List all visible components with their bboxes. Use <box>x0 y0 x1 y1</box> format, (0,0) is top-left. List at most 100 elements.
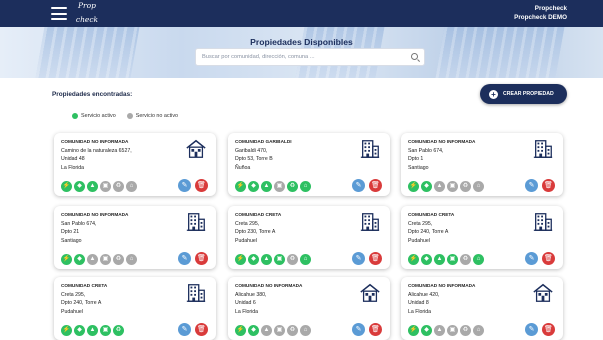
card-info: COMUNIDAD NO INFORMADA San Pablo 674, Dp… <box>408 138 475 172</box>
legend: Servicio activo Servicio no activo <box>72 113 178 119</box>
service-status-icon: ♻ <box>460 325 471 336</box>
card-commune: Pudahuel <box>61 308 83 315</box>
service-status-icon: ▲ <box>87 181 98 192</box>
service-status-icon: ▲ <box>261 181 272 192</box>
delete-icon[interactable]: 🗑 <box>542 323 555 336</box>
card-community: COMUNIDAD CRETA <box>235 212 282 217</box>
edit-icon[interactable]: ✎ <box>178 179 191 192</box>
delete-icon[interactable]: 🗑 <box>195 323 208 336</box>
service-status-icon: ⚡ <box>61 181 72 192</box>
edit-icon[interactable]: ✎ <box>352 179 365 192</box>
card-info: COMUNIDAD CRETA Creta 295, Dpto 230, Tor… <box>235 211 281 245</box>
service-status-icon: ⌂ <box>126 181 137 192</box>
edit-icon[interactable]: ✎ <box>178 252 191 265</box>
delete-icon[interactable]: 🗑 <box>195 179 208 192</box>
card-community: COMUNIDAD NO INFORMADA <box>61 139 129 144</box>
card-address: San Pablo 674, <box>408 147 444 154</box>
service-status-icon: ◆ <box>74 254 85 265</box>
property-card[interactable]: COMUNIDAD CRETA Creta 295, Dpto 240, Tor… <box>401 206 563 269</box>
card-community: COMUNIDAD NO INFORMADA <box>61 212 129 217</box>
card-community: COMUNIDAD CRETA <box>408 212 455 217</box>
menu-icon[interactable] <box>51 7 67 20</box>
service-status-icon: ▣ <box>100 325 111 336</box>
service-status-icon: ⚡ <box>61 325 72 336</box>
property-card[interactable]: COMUNIDAD NO INFORMADA San Pablo 674, Dp… <box>54 206 216 269</box>
user-name: Propcheck <box>534 5 567 12</box>
service-status-icon: ▲ <box>87 325 98 336</box>
logo-line-1: Prop <box>78 1 96 10</box>
propcheck-logo[interactable]: Prop check <box>75 2 99 25</box>
card-commune: La Florida <box>408 308 432 315</box>
card-community: COMUNIDAD NO INFORMADA <box>408 139 476 144</box>
service-status-icon: ♻ <box>113 325 124 336</box>
card-unit: Dpto 21 <box>61 229 80 236</box>
delete-icon[interactable]: 🗑 <box>542 252 555 265</box>
logo-line-2: check <box>75 14 99 24</box>
service-icons: ⚡ ◆ ▲ ▣ ♻ ⌂ <box>235 181 311 192</box>
card-community: COMUNIDAD NO INFORMADA <box>408 283 476 288</box>
edit-icon[interactable]: ✎ <box>525 323 538 336</box>
property-card[interactable]: COMUNIDAD NO INFORMADA San Pablo 674, Dp… <box>401 133 563 196</box>
property-card[interactable]: COMUNIDAD NO INFORMADA Alicahue 420, Uni… <box>401 277 563 340</box>
card-actions: ✎ 🗑 <box>178 252 208 265</box>
card-address: Creta 295, <box>235 220 260 227</box>
delete-icon[interactable]: 🗑 <box>369 179 382 192</box>
service-status-icon: ⌂ <box>300 254 311 265</box>
delete-icon[interactable]: 🗑 <box>369 252 382 265</box>
service-status-icon: ◆ <box>421 181 432 192</box>
service-status-icon: ♻ <box>113 254 124 265</box>
house-icon <box>185 138 207 160</box>
edit-icon[interactable]: ✎ <box>525 179 538 192</box>
house-icon <box>532 282 554 304</box>
service-status-icon: ⌂ <box>126 254 137 265</box>
property-card[interactable]: COMUNIDAD NO INFORMADA Alicahue 380, Uni… <box>228 277 390 340</box>
search-icon[interactable] <box>411 53 418 60</box>
delete-icon[interactable]: 🗑 <box>542 179 555 192</box>
card-info: COMUNIDAD NO INFORMADA Alicahue 380, Uni… <box>235 282 302 316</box>
delete-icon[interactable]: 🗑 <box>195 252 208 265</box>
service-status-icon: ▣ <box>447 325 458 336</box>
service-status-icon: ▲ <box>261 325 272 336</box>
edit-icon[interactable]: ✎ <box>352 323 365 336</box>
property-card[interactable]: COMUNIDAD CRETA Creta 295, Dpto 240, Tor… <box>54 277 216 340</box>
card-address: Alicahue 380, <box>235 291 267 298</box>
card-unit: Unidad 48 <box>61 156 85 163</box>
card-info: COMUNIDAD NO INFORMADA Camino de la natu… <box>61 138 132 172</box>
building-icon <box>359 138 381 160</box>
delete-icon[interactable]: 🗑 <box>369 323 382 336</box>
service-icons: ⚡ ◆ ▲ ▣ ♻ ⌂ <box>61 181 137 192</box>
service-status-icon: ⚡ <box>235 325 246 336</box>
card-address: Garibaldi 470, <box>235 147 268 154</box>
card-commune: Ñuñoa <box>235 164 251 171</box>
search-input[interactable]: Buscar por comunidad, dirección, comuna … <box>195 48 425 66</box>
card-unit: Dpto 53, Torre B <box>235 156 273 163</box>
edit-icon[interactable]: ✎ <box>525 252 538 265</box>
service-status-icon: ▲ <box>434 181 445 192</box>
user-info[interactable]: Propcheck Propcheck DEMO <box>514 4 567 22</box>
service-status-icon: ♻ <box>287 181 298 192</box>
property-card[interactable]: COMUNIDAD CRETA Creta 295, Dpto 230, Tor… <box>228 206 390 269</box>
card-info: COMUNIDAD CRETA Creta 295, Dpto 240, Tor… <box>61 282 107 316</box>
legend-active-label: Servicio activo <box>81 113 116 119</box>
card-address: Camino de la naturaleza 6527, <box>61 147 132 154</box>
edit-icon[interactable]: ✎ <box>352 252 365 265</box>
found-label: Propiedades encontradas: <box>52 91 133 98</box>
service-status-icon: ◆ <box>74 325 85 336</box>
card-community: COMUNIDAD GARIBALDI <box>235 139 292 144</box>
service-status-icon: ▲ <box>261 254 272 265</box>
service-status-icon: ⚡ <box>235 181 246 192</box>
service-status-icon: ⌂ <box>300 325 311 336</box>
create-property-button[interactable]: + CREAR PROPIEDAD <box>480 84 567 104</box>
service-status-icon: ⌂ <box>300 181 311 192</box>
card-info: COMUNIDAD NO INFORMADA San Pablo 674, Dp… <box>61 211 128 245</box>
property-card[interactable]: COMUNIDAD GARIBALDI Garibaldi 470, Dpto … <box>228 133 390 196</box>
house-icon <box>359 282 381 304</box>
edit-icon[interactable]: ✎ <box>178 323 191 336</box>
building-icon <box>532 211 554 233</box>
card-unit: Dpto 240, Torre A <box>61 300 102 307</box>
building-photo <box>35 27 140 78</box>
card-unit: Unidad 6 <box>235 300 256 307</box>
property-card[interactable]: COMUNIDAD NO INFORMADA Camino de la natu… <box>54 133 216 196</box>
building-icon <box>532 138 554 160</box>
service-status-icon: ⚡ <box>408 181 419 192</box>
